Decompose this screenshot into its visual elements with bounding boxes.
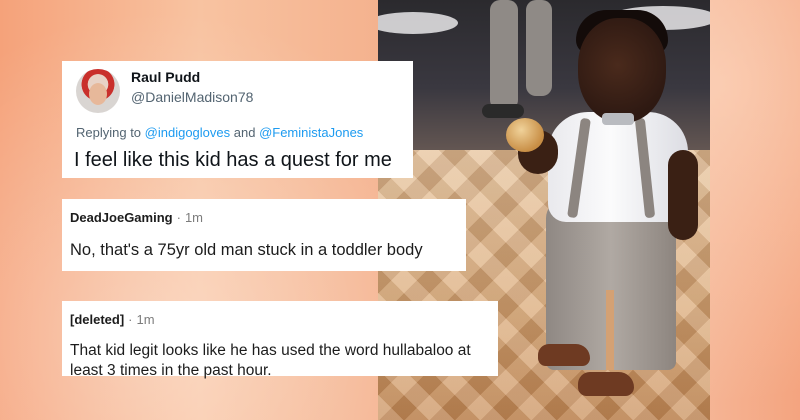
comment-meta: [deleted] · 1m	[70, 312, 155, 327]
meta-separator: ·	[176, 210, 181, 225]
comment-username[interactable]: DeadJoeGaming	[70, 210, 173, 225]
mention-link[interactable]: @indigogloves	[145, 125, 230, 140]
adult-leg	[490, 0, 518, 110]
comment-text: That kid legit looks like he has used th…	[70, 342, 471, 379]
bread-roll	[506, 118, 544, 152]
adult-shoe	[482, 104, 524, 118]
comment-username[interactable]: [deleted]	[70, 312, 124, 327]
comment-card: DeadJoeGaming · 1m No, that's a 75yr old m…	[62, 199, 466, 271]
mention-link[interactable]: @FeministaJones	[259, 125, 363, 140]
user-handle[interactable]: @DanielMadison78	[131, 89, 253, 105]
display-name[interactable]: Raul Pudd	[131, 69, 200, 85]
kid-arm	[668, 150, 698, 240]
comment-meta: DeadJoeGaming · 1m	[70, 210, 203, 225]
replying-prefix: Replying to	[76, 125, 145, 140]
kid-shoe	[578, 372, 634, 396]
comment-card: [deleted] · 1m That kid legit looks like h…	[62, 301, 498, 379]
adult-leg	[526, 0, 552, 96]
comment-timestamp: 1m	[184, 210, 203, 225]
comment-text: No, that's a 75yr old man stuck in a tod…	[70, 241, 423, 259]
replying-to-line: Replying to @indigogloves and @Feminista…	[76, 125, 363, 140]
avatar-face	[89, 83, 107, 105]
pants-gap	[606, 290, 614, 370]
meta-separator: ·	[128, 312, 133, 327]
replying-conjunction: and	[230, 125, 260, 140]
tweet-card: Raul Pudd @DanielMadison78 Replying to @…	[62, 61, 413, 178]
kid-shoe	[538, 344, 590, 366]
kid-head	[578, 18, 666, 123]
avatar[interactable]	[76, 69, 120, 113]
comment-timestamp: 1m	[136, 312, 155, 327]
tweet-text: I feel like this kid has a quest for me	[74, 149, 392, 171]
bow-tie	[602, 113, 634, 125]
